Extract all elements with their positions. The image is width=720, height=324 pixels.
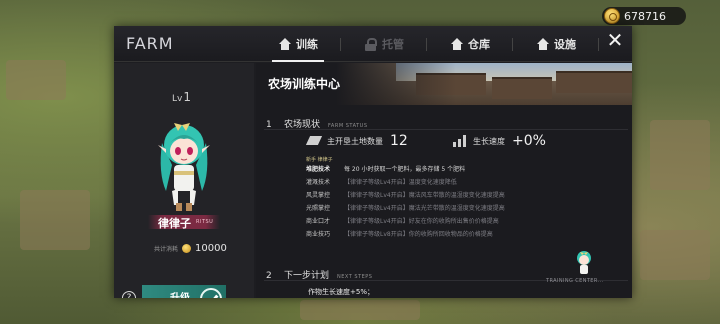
skill-desc: 【律律子等级Lv8开启】你的收购所回收物品的价格提高: [344, 231, 493, 238]
skill-row: 商业技巧 【律律子等级Lv8开启】你的收购所回收物品的价格提高: [306, 229, 493, 238]
growth-icon: [452, 135, 468, 147]
warehouse-icon: [450, 37, 464, 51]
skill-row: 风灵掌控 【律律子等级Lv4开启】魔法风车带散的温湿度变化速度提高: [306, 190, 505, 199]
character-name-en: RITSU: [196, 219, 214, 225]
skill-name: 灌溉技术: [306, 179, 331, 186]
land-count-label: 主开垦土地数量: [327, 136, 383, 146]
lock-icon: [364, 37, 378, 51]
panel-header: FARM 训练 托管 仓库 设施 ✕: [114, 26, 632, 62]
upgrade-cost: 共计消耗 10000: [154, 243, 227, 254]
facility-icon: [536, 37, 550, 51]
next-plan-text: 作物生长速度+5%；: [308, 288, 374, 296]
tab-hosting-label: 托管: [382, 38, 404, 51]
level-value: 1: [183, 90, 191, 104]
gold-coin-icon: [182, 244, 192, 253]
character-level: Lv1: [172, 90, 191, 104]
growth-speed-stat: 生长速度 +0%: [452, 133, 546, 149]
level-prefix: Lv: [172, 94, 183, 104]
skill-desc: 每 20 小时获取一个肥料，最多存储 5 个肥料: [344, 166, 466, 173]
gold-coin-icon: [604, 8, 620, 24]
upgrade-button[interactable]: 升级: [142, 285, 226, 298]
skill-name: 堆肥技术: [306, 166, 331, 173]
upgrade-button-label: 升级: [170, 292, 190, 299]
skill-name: 商业技巧: [306, 231, 331, 238]
skill-row: 光照掌控 【律律子等级Lv4开启】魔法光芒带散的温湿度变化速度提高: [306, 203, 505, 212]
growth-speed-value: +0%: [512, 133, 546, 149]
growth-speed-label: 生长速度: [473, 136, 505, 146]
land-count-value: 12: [390, 133, 408, 149]
skill-desc: 【律律子等级Lv4开启】魔法光芒带散的温湿度变化速度提高: [344, 205, 505, 212]
page-title: FARM: [126, 34, 174, 53]
section-title: 农场训练中心: [268, 77, 341, 91]
tab-warehouse[interactable]: 仓库: [450, 26, 490, 62]
skill-row: 堆肥技术 每 20 小时获取一个肥料，最多存储 5 个肥料: [306, 164, 465, 173]
character-name: 律律子: [158, 217, 191, 230]
cost-value: 10000: [195, 243, 227, 254]
skill-desc: 【律律子等级Lv4开启】温度变化速度降低: [344, 179, 457, 186]
cost-label: 共计消耗: [154, 246, 179, 253]
skill-name: 风灵掌控: [306, 192, 331, 199]
farm-panel: FARM 训练 托管 仓库 设施 ✕ Lv1 律律子 RITSU 共计消耗 10…: [114, 26, 632, 298]
footer-label: TRAINING CENTER...: [546, 278, 604, 284]
tab-facility[interactable]: 设施: [536, 26, 576, 62]
skill-name: 商业口才: [306, 218, 331, 225]
skill-row: 灌溉技术 【律律子等级Lv4开启】温度变化速度降低: [306, 177, 457, 186]
character-panel: Lv1 律律子 RITSU 共计消耗 10000 ? 升级: [114, 63, 254, 298]
currency-display: 678716: [602, 7, 686, 25]
tab-facility-label: 设施: [554, 38, 576, 51]
skill-name: 光照掌控: [306, 205, 331, 212]
new-tag: 新手 律律子: [306, 157, 333, 163]
land-count-stat: 主开垦土地数量 12: [306, 133, 408, 149]
close-icon[interactable]: ✕: [604, 30, 626, 52]
tab-training-label: 训练: [296, 38, 318, 51]
house-icon: [278, 37, 292, 51]
skill-row: 商业口才 【律律子等级Lv4开启】好友在你的收购所出售价价格提高: [306, 216, 499, 225]
skill-desc: 【律律子等级Lv4开启】好友在你的收购所出售价价格提高: [344, 218, 499, 225]
currency-amount: 678716: [624, 9, 666, 23]
checkmark-icon: [200, 288, 222, 298]
tab-warehouse-label: 仓库: [468, 38, 490, 51]
character-portrait: [158, 123, 210, 211]
tab-training[interactable]: 训练: [272, 26, 324, 62]
skill-desc: 【律律子等级Lv4开启】魔法风车带散的温湿度变化速度提高: [344, 192, 505, 199]
tab-hosting[interactable]: 托管: [364, 26, 404, 62]
training-center-content: 农场训练中心 1 农场现状 FARM STATUS 主开垦土地数量 12 生长速…: [256, 63, 632, 298]
help-button[interactable]: ?: [122, 291, 136, 298]
mascot-icon: [577, 251, 591, 274]
land-icon: [306, 136, 322, 147]
header-banner: 农场训练中心: [256, 63, 632, 105]
